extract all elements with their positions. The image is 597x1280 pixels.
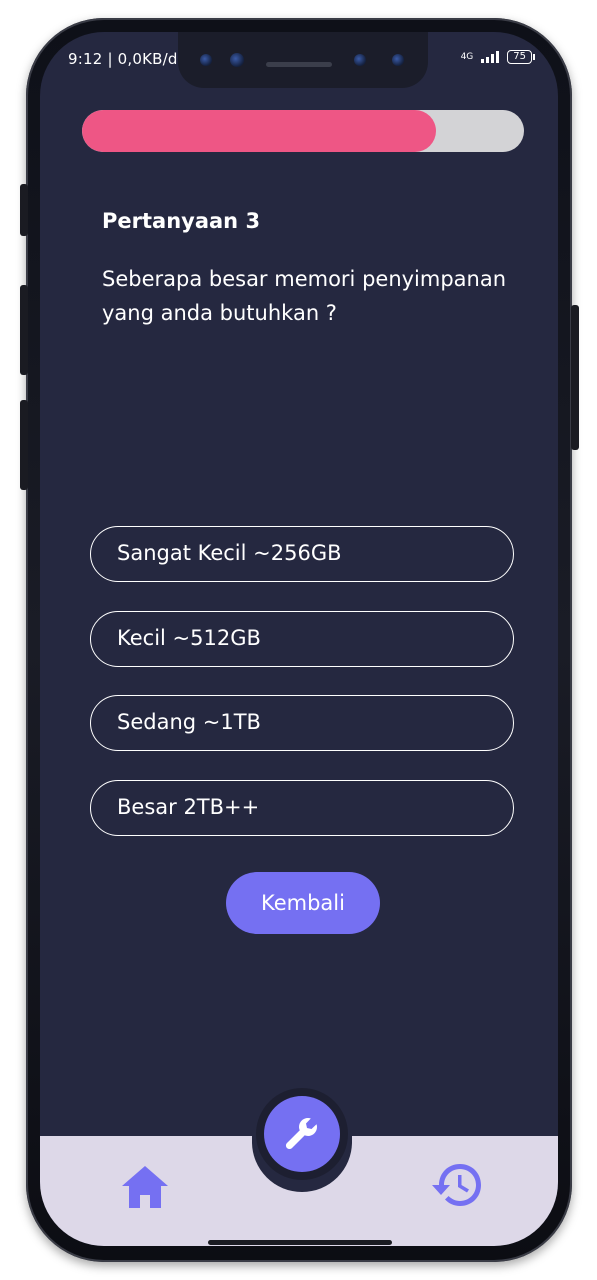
answer-option[interactable]: Sangat Kecil ~256GB [90,526,514,582]
home-indicator [208,1240,392,1245]
speaker-grille [266,62,332,67]
home-icon[interactable] [120,1164,170,1210]
question-title: Pertanyaan 3 [102,209,261,233]
wrench-icon [285,1118,317,1150]
status-icons: 4G 75 [460,50,535,64]
quiz-progress-bar [82,110,524,152]
wrench-button[interactable] [264,1096,340,1172]
phone-side-button [571,305,579,450]
camera-icon [230,53,244,67]
phone-side-button [20,400,28,490]
answer-option[interactable]: Sedang ~1TB [90,695,514,751]
question-text: Seberapa besar memori penyimpanan yang a… [102,267,507,325]
phone-side-button [20,285,28,375]
answer-option[interactable]: Besar 2TB++ [90,779,514,836]
camera-notch [178,32,428,88]
sensor-icon [354,54,366,66]
phone-side-button [20,184,28,236]
answer-option[interactable]: Kecil ~512GB [90,610,514,667]
battery-icon: 75 [507,50,535,64]
app-screen: 9:12 | 0,0KB/d 4G 75 Pertanyaan 3 Sebera… [40,32,558,1246]
back-button[interactable]: Kembali [226,872,380,934]
network-type: 4G [460,51,474,62]
history-icon[interactable] [430,1158,486,1214]
signal-icon [481,51,500,63]
status-time: 9:12 | 0,0KB/d [68,50,178,68]
camera-icon [200,54,212,66]
answer-list: Sangat Kecil ~256GB Kecil ~512GB Sedang … [90,526,514,864]
quiz-progress-fill [82,110,436,152]
sensor-icon [392,54,404,66]
